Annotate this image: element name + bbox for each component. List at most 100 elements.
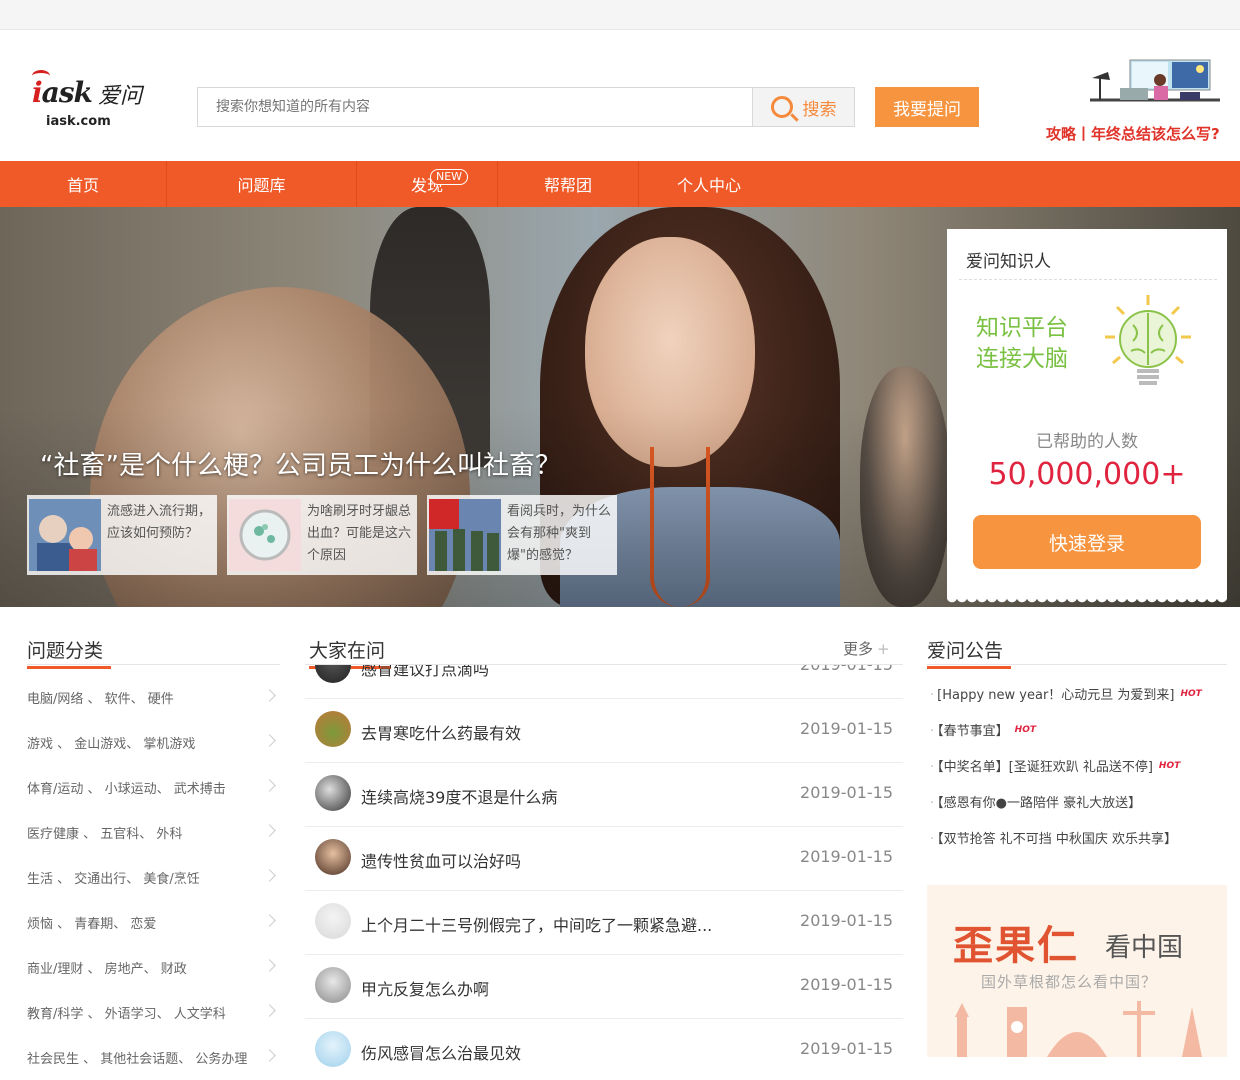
banner-thumb[interactable]: 看阅兵时，为什么会有那种"爽到爆"的感觉？ (427, 495, 617, 575)
notice-text: [Happy new year！心动元旦 为爱到来] (937, 688, 1175, 703)
question-text[interactable]: 伤风感冒怎么治最见效 (361, 1040, 521, 1064)
thumb-text: 流感进入流行期，应该如何预防？ (107, 504, 212, 541)
nav-question-bank[interactable]: 问题库 (167, 161, 356, 207)
question-row[interactable]: 上个月二十三号例假完了，中间吃了一颗紧急避... 2019-01-15 (305, 891, 903, 955)
question-text[interactable]: 去胃寒吃什么药最有效 (361, 720, 521, 744)
category-row[interactable]: 社会民生 、 其他社会话题、 公务办理 (27, 1035, 280, 1080)
banner-thumb[interactable]: 流感进入流行期，应该如何预防？ (27, 495, 217, 575)
question-text[interactable]: 连续高烧39度不退是什么病 (361, 784, 557, 808)
question-row[interactable]: 感冒建议打点滴吗 2019-01-15 (305, 665, 903, 699)
question-list: 感冒建议打点滴吗2019-01-15去胃寒吃什么药最有效2019-01-15连续… (305, 665, 903, 1080)
question-text[interactable]: 感冒建议打点滴吗 (361, 665, 489, 680)
notices-title: 爱问公告 (927, 636, 1011, 669)
hero-banner[interactable]: “社畜”是个什么梗？公司员工为什么叫社畜？ 流感进入流行期，应该如何预防？ 为啥… (0, 207, 1240, 607)
more-link-label: 更多 (843, 640, 874, 658)
notice-text: 【春节事宜】 (937, 724, 1009, 739)
bullet-icon: · (930, 832, 935, 847)
search-input[interactable] (198, 88, 753, 126)
logo-brand: iask (32, 76, 93, 109)
category-row-text: 商业/理财 、 房地产、 财政 (27, 962, 187, 977)
thumb-image-gums (229, 499, 301, 571)
nav-help-group[interactable]: 帮帮团 (498, 161, 638, 207)
promo-banner[interactable]: 攻略丨年终总结该怎么写? (1046, 58, 1226, 144)
category-row[interactable]: 教育/科学 、 外语学习、 人文学科 (27, 990, 280, 1035)
notice-text: 【感恩有你●一路陪伴 豪礼大放送】 (937, 796, 1142, 811)
banner-thumb[interactable]: 为啥刷牙时牙龈总出血？可能是这六个原因 (227, 495, 417, 575)
ad-title2: 看中国 (1105, 933, 1184, 963)
category-row[interactable]: 体育/运动 、 小球运动、 武术搏击 (27, 765, 280, 810)
question-row[interactable]: 去胃寒吃什么药最有效 2019-01-15 (305, 699, 903, 763)
category-row[interactable]: 生活 、 交通出行、 美食/烹饪 (27, 855, 280, 900)
chevron-right-icon (263, 734, 276, 747)
nav-discover[interactable]: 发现 NEW (357, 161, 497, 207)
chevron-right-icon (263, 824, 276, 837)
question-text[interactable]: 上个月二十三号例假完了，中间吃了一颗紧急避... (361, 912, 712, 936)
banner-title[interactable]: “社畜”是个什么梗？公司员工为什么叫社畜？ (40, 445, 561, 482)
logo-cn: 爱问 (98, 84, 143, 109)
category-row[interactable]: 烦恼 、 青春期、 恋爱 (27, 900, 280, 945)
brain-lightbulb-icon (1105, 295, 1191, 385)
title-underline (927, 666, 1011, 669)
notice-item[interactable]: · 【春节事宜】 HOT (930, 720, 1036, 739)
nav-home-label: 首页 (66, 176, 99, 195)
new-badge: NEW (430, 169, 469, 185)
categories-title-text: 问题分类 (27, 640, 104, 662)
avatar (315, 967, 351, 1003)
question-text[interactable]: 遗传性贫血可以治好吗 (361, 848, 521, 872)
avatar (315, 1031, 351, 1067)
category-row-text: 烦恼 、 青春期、 恋爱 (27, 917, 157, 932)
question-date: 2019-01-15 (800, 665, 893, 674)
question-date: 2019-01-15 (800, 1039, 893, 1058)
iask-logo[interactable]: iask 爱问 iask.com (32, 70, 152, 132)
avatar (315, 775, 351, 811)
category-row[interactable]: 电脑/网络 、 软件、 硬件 (27, 675, 280, 720)
promo-text: 攻略丨年终总结该怎么写? (1046, 125, 1220, 143)
chevron-right-icon (263, 959, 276, 972)
quick-login-button[interactable]: 快速登录 (973, 515, 1201, 569)
category-row[interactable]: 商业/理财 、 房地产、 财政 (27, 945, 280, 990)
more-link[interactable]: 更多 + (843, 638, 890, 659)
category-row-text: 生活 、 交通出行、 美食/烹饪 (27, 872, 200, 887)
search-button-label: 搜索 (802, 99, 837, 120)
categories-title: 问题分类 (27, 636, 111, 669)
chevron-right-icon (263, 914, 276, 927)
question-row[interactable]: 伤风感冒怎么治最见效 2019-01-15 (305, 1019, 903, 1080)
category-row-text: 游戏 、 金山游戏、 掌机游戏 (27, 737, 196, 752)
notice-item[interactable]: · [Happy new year！心动元旦 为爱到来] HOT (930, 684, 1202, 703)
search-icon (770, 96, 793, 118)
nav-help-group-label: 帮帮团 (543, 176, 592, 195)
avatar (315, 665, 351, 683)
bullet-icon: · (930, 760, 935, 775)
question-row[interactable]: 连续高烧39度不退是什么病 2019-01-15 (305, 763, 903, 827)
ask-question-button[interactable]: 我要提问 (875, 87, 979, 127)
notice-item[interactable]: · 【双节抢答 礼不可挡 中秋国庆 欢乐共享】 (930, 828, 1177, 847)
nav-question-bank-label: 问题库 (237, 176, 286, 195)
ad-subtitle: 国外草根都怎么看中国？ (981, 973, 1158, 991)
chevron-right-icon (263, 1049, 276, 1062)
login-card-slogan: 知识平台 连接大脑 (976, 313, 1068, 375)
login-card: 爱问知识人 知识平台 连接大脑 已帮助的人数 50,000,000+ 快速登录 (947, 229, 1227, 605)
question-date: 2019-01-15 (800, 719, 893, 738)
hot-badge-icon: HOT (1158, 760, 1181, 771)
question-date: 2019-01-15 (800, 783, 893, 802)
notice-item[interactable]: · 【中奖名单】[圣诞狂欢趴 礼品送不停] HOT (930, 756, 1180, 775)
nav-personal-center-label: 个人中心 (676, 176, 741, 195)
slogan-line: 知识平台 (976, 315, 1068, 341)
search-box: 搜索 (197, 87, 855, 127)
bullet-icon: · (930, 688, 935, 703)
slogan-line: 连接大脑 (976, 346, 1068, 372)
logo-domain: iask.com (46, 114, 111, 129)
category-row[interactable]: 游戏 、 金山游戏、 掌机游戏 (27, 720, 280, 765)
ad-banner[interactable]: 歪果仁 看中国 国外草根都怎么看中国？ (927, 885, 1227, 1057)
nav-personal-center[interactable]: 个人中心 (639, 161, 779, 207)
question-row[interactable]: 遗传性贫血可以治好吗 2019-01-15 (305, 827, 903, 891)
question-row[interactable]: 甲亢反复怎么办啊 2019-01-15 (305, 955, 903, 1019)
question-text[interactable]: 甲亢反复怎么办啊 (361, 976, 489, 1000)
avatar (315, 839, 351, 875)
category-row[interactable]: 医疗健康 、 五官科、 外科 (27, 810, 280, 855)
nav-home[interactable]: 首页 (0, 161, 166, 207)
chevron-right-icon (263, 869, 276, 882)
notice-item[interactable]: · 【感恩有你●一路陪伴 豪礼大放送】 (930, 792, 1141, 811)
divider (959, 279, 1217, 280)
search-button[interactable]: 搜索 (752, 88, 854, 126)
